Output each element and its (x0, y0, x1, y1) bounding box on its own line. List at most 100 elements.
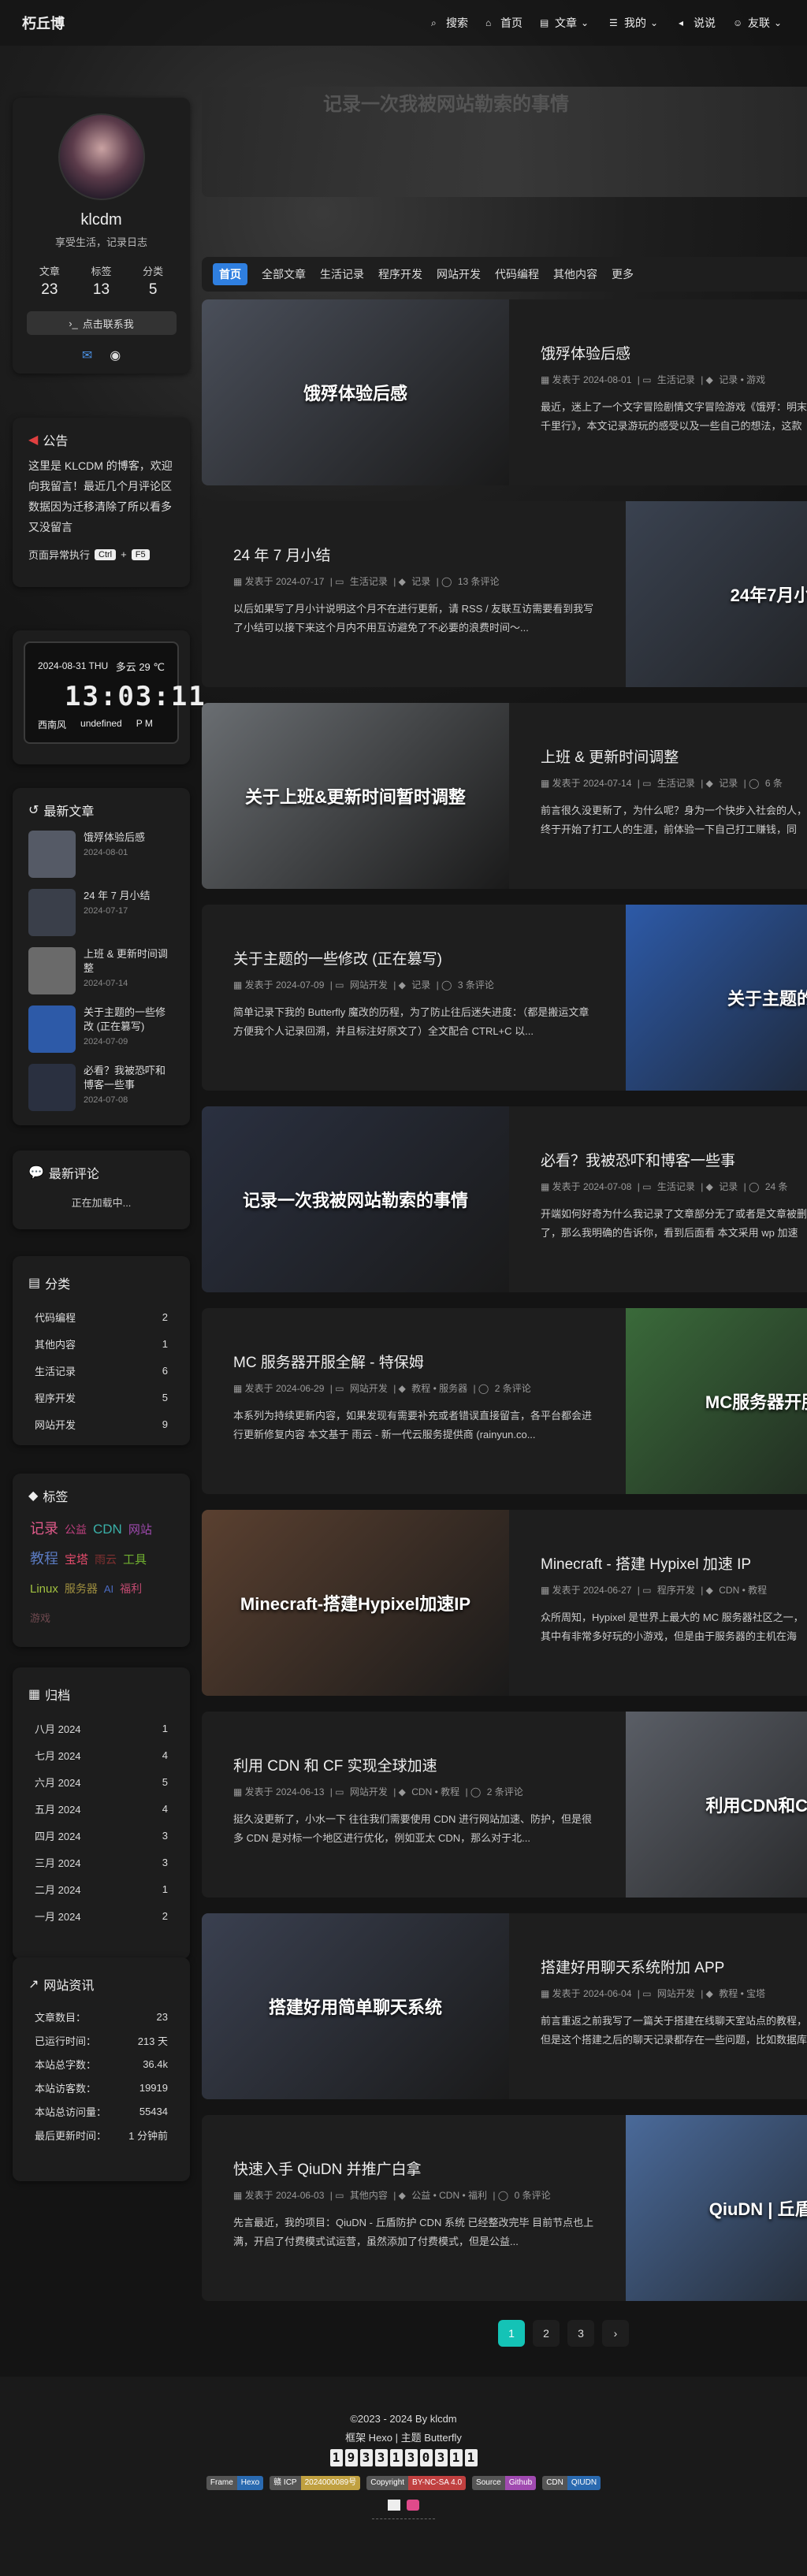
post-title[interactable]: Minecraft - 搭建 Hypixel 加速 IP (541, 1552, 807, 1574)
tag-link[interactable]: 公益 (65, 1515, 87, 1544)
tag-link[interactable]: 工具 (123, 1546, 147, 1574)
rss-icon[interactable]: ◉ (110, 348, 121, 363)
category-item[interactable]: 代码编程 2 (13, 1303, 190, 1330)
tag-link[interactable]: AI (104, 1575, 113, 1604)
category-tab[interactable]: 首页 (213, 263, 247, 285)
category-tab[interactable]: 代码编程 (495, 266, 539, 282)
post-title[interactable]: 24 年 7 月小结 (233, 544, 596, 565)
post-category[interactable]: 网站开发 (350, 1383, 388, 1394)
footer-badge[interactable]: 赣 ICP 2024000089号 (270, 2476, 361, 2490)
post-cover[interactable]: QiuDN | 丘盾CDN (626, 2115, 807, 2301)
post-card[interactable]: 24年7月小结 24 年 7 月小结 ▦ 发表于 2024-07-17 | ▭ 生活… (202, 501, 807, 687)
post-card[interactable]: 关于主题的一 关于主题的一些修改 (正在篡写) ▦ 发表于 2024-07-09 |… (202, 905, 807, 1091)
recent-post-item[interactable]: 关于主题的一些修改 (正在篡写) 2024-07-09 (13, 1001, 190, 1059)
post-title[interactable]: 利用 CDN 和 CF 实现全球加速 (233, 1754, 596, 1775)
post-cover[interactable]: 记录一次我被网站勒索的事情 (202, 1106, 509, 1292)
page-button[interactable]: 3 (567, 2320, 594, 2347)
post-tags[interactable]: CDN • 教程 (719, 1585, 767, 1596)
post-comments[interactable]: 0 条评论 (515, 2190, 551, 2201)
recent-post-item[interactable]: 24 年 7 月小结 2024-07-17 (13, 884, 190, 942)
post-card[interactable]: 记录一次我被网站勒索的事情 必看？我被恐吓和博客一些事 ▦ 发表于 2024-07-… (202, 1106, 807, 1292)
tag-link[interactable]: 雨云 (95, 1545, 117, 1574)
post-tags[interactable]: 记录 • 游戏 (719, 374, 765, 385)
post-category[interactable]: 其他内容 (350, 2190, 388, 2201)
post-title[interactable]: 上班 & 更新时间调整 (541, 745, 807, 767)
post-card[interactable]: 关于上班&更新时间暂时调整 上班 & 更新时间调整 ▦ 发表于 2024-07-14… (202, 703, 807, 889)
post-tags[interactable]: 教程 • 宝塔 (719, 1988, 765, 1999)
archive-item[interactable]: 三月 2024 3 (13, 1849, 190, 1875)
site-brand[interactable]: 朽丘博 (22, 13, 65, 33)
post-card[interactable]: 利用CDN和CF实现 利用 CDN 和 CF 实现全球加速 ▦ 发表于 2024-0… (202, 1712, 807, 1898)
post-title[interactable]: 必看？我被恐吓和博客一些事 (541, 1149, 807, 1170)
tag-link[interactable]: 游戏 (30, 1604, 50, 1633)
post-tags[interactable]: 公益 • CDN • 福利 (411, 2190, 487, 2201)
post-comments[interactable]: 2 条评论 (487, 1786, 523, 1797)
post-cover[interactable]: 关于主题的一 (626, 905, 807, 1091)
post-category[interactable]: 网站开发 (657, 1988, 695, 1999)
tag-link[interactable]: 记录 (30, 1515, 58, 1543)
stat-categories[interactable]: 分类 5 (143, 263, 163, 299)
post-cover[interactable]: Minecraft-搭建Hypixel加速IP (202, 1510, 509, 1696)
post-title[interactable]: MC 服务器开服全解 - 特保姆 (233, 1351, 596, 1372)
post-comments[interactable]: 24 条 (765, 1181, 788, 1192)
post-comments[interactable]: 6 条 (765, 778, 783, 789)
post-title[interactable]: 快速入手 QiuDN 并推广白拿 (233, 2158, 596, 2179)
tag-link[interactable]: 福利 (120, 1574, 142, 1603)
post-cover[interactable]: 24年7月小结 (626, 501, 807, 687)
post-comments[interactable]: 13 条评论 (458, 576, 500, 587)
category-item[interactable]: 程序开发 5 (13, 1384, 190, 1411)
post-card[interactable]: 搭建好用简单聊天系统 搭建好用聊天系统附加 APP ▦ 发表于 2024-06-04… (202, 1913, 807, 2099)
post-cover[interactable]: 利用CDN和CF实现 (626, 1712, 807, 1898)
nav-talk[interactable]: ◂ 说说 (679, 15, 716, 31)
category-tab[interactable]: 程序开发 (378, 266, 422, 282)
recent-post-item[interactable]: 饿殍体验后感 2024-08-01 (13, 826, 190, 884)
post-title[interactable]: 关于主题的一些修改 (正在篡写) (233, 947, 596, 968)
tag-link[interactable]: CDN (93, 1515, 122, 1544)
post-tags[interactable]: CDN • 教程 (411, 1786, 459, 1797)
archive-item[interactable]: 六月 2024 5 (13, 1768, 190, 1795)
post-card[interactable]: MC服务器开服全角 MC 服务器开服全解 - 特保姆 ▦ 发表于 2024-06-2… (202, 1308, 807, 1494)
post-tags[interactable]: 记录 (411, 576, 430, 587)
post-category[interactable]: 网站开发 (350, 979, 388, 991)
footer-badge[interactable]: Copyright BY-NC-SA 4.0 (366, 2476, 467, 2490)
recent-post-item[interactable]: 必看？我被恐吓和博客一些事 2024-07-08 (13, 1059, 190, 1117)
recent-post-thumb[interactable] (28, 831, 76, 878)
archive-item[interactable]: 八月 2024 1 (13, 1715, 190, 1741)
nav-mine[interactable]: ☰ 我的 ⌄ (609, 15, 661, 31)
category-item[interactable]: 网站开发 9 (13, 1411, 190, 1437)
archive-item[interactable]: 一月 2024 2 (13, 1902, 190, 1929)
next-page-button[interactable]: › (602, 2320, 629, 2347)
tag-link[interactable]: 宝塔 (65, 1546, 88, 1574)
page-button[interactable]: 1 (498, 2320, 525, 2347)
recent-post-title[interactable]: 饿殍体验后感 (84, 831, 145, 845)
tag-link[interactable]: 网站 (128, 1516, 152, 1544)
category-tab[interactable]: 网站开发 (437, 266, 481, 282)
post-cover[interactable]: 关于上班&更新时间暂时调整 (202, 703, 509, 889)
post-tags[interactable]: 教程 • 服务器 (411, 1383, 467, 1394)
archive-item[interactable]: 七月 2024 4 (13, 1741, 190, 1768)
footer-badge[interactable]: Frame Hexo (206, 2476, 264, 2490)
post-comments[interactable]: 2 条评论 (495, 1383, 531, 1394)
archive-item[interactable]: 五月 2024 4 (13, 1795, 190, 1822)
tag-link[interactable]: 教程 (30, 1544, 58, 1573)
post-cover[interactable]: 搭建好用简单聊天系统 (202, 1913, 509, 2099)
stat-tags[interactable]: 标签 13 (91, 263, 111, 299)
nav-articles[interactable]: ▤ 文章 ⌄ (540, 15, 592, 31)
recent-post-title[interactable]: 24 年 7 月小结 (84, 889, 151, 903)
nav-search[interactable]: ⌕ 搜索 (431, 15, 468, 31)
recent-post-thumb[interactable] (28, 947, 76, 994)
post-category[interactable]: 生活记录 (350, 576, 388, 587)
recent-post-thumb[interactable] (28, 889, 76, 936)
post-cover[interactable]: 饿殍体验后感 (202, 299, 509, 485)
footer-badge[interactable]: CDN QIUDN (542, 2476, 601, 2490)
footer-badge[interactable]: Source Github (472, 2476, 537, 2490)
recent-post-title[interactable]: 关于主题的一些修改 (正在篡写) (84, 1005, 174, 1034)
recent-post-title[interactable]: 上班 & 更新时间调整 (84, 947, 174, 976)
contact-button[interactable]: ›_ 点击联系我 (26, 311, 177, 335)
nav-friends[interactable]: ☺ 友联 ⌄ (733, 15, 785, 31)
recent-post-item[interactable]: 上班 & 更新时间调整 2024-07-14 (13, 942, 190, 1001)
nav-home[interactable]: ⌂ 首页 (485, 15, 523, 31)
tag-link[interactable]: Linux (30, 1575, 58, 1604)
archive-item[interactable]: 二月 2024 1 (13, 1875, 190, 1902)
post-card[interactable]: QiuDN | 丘盾CDN 快速入手 QiuDN 并推广白拿 ▦ 发表于 2024-… (202, 2115, 807, 2301)
